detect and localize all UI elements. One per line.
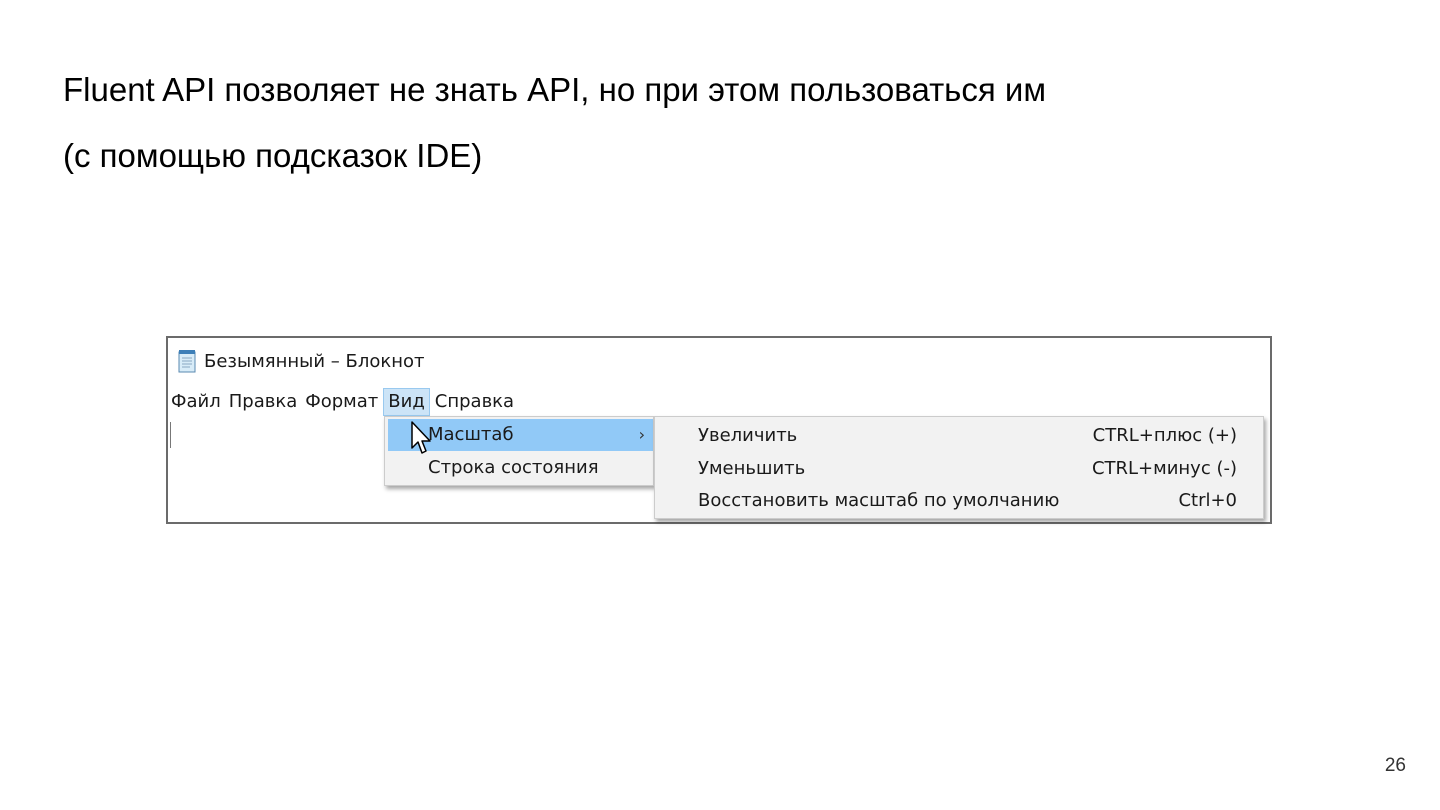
menu-view[interactable]: Вид	[383, 388, 430, 416]
submenu-item-zoom-out[interactable]: Уменьшить CTRL+минус (-)	[655, 453, 1263, 485]
chevron-right-icon: ›	[638, 425, 645, 444]
submenu-item-shortcut: Ctrl+0	[1178, 490, 1237, 511]
menu-bar: Файл Правка Формат Вид Справка	[168, 387, 519, 417]
slide-title-line-1: Fluent API позволяет не знать API, но пр…	[63, 71, 1047, 108]
menu-format[interactable]: Формат	[302, 388, 381, 416]
menu-item-status-bar[interactable]: Строка состояния	[388, 452, 653, 484]
submenu-item-zoom-in[interactable]: Увеличить CTRL+плюс (+)	[655, 420, 1263, 452]
menu-help[interactable]: Справка	[432, 388, 517, 416]
window-titlebar[interactable]: Безымянный – Блокнот	[176, 347, 425, 375]
submenu-item-label: Уменьшить	[698, 458, 806, 479]
slide-title-line-2: (с помощью подсказок IDE)	[63, 137, 483, 174]
submenu-item-label: Восстановить масштаб по умолчанию	[698, 490, 1060, 511]
submenu-item-restore-zoom[interactable]: Восстановить масштаб по умолчанию Ctrl+0	[655, 485, 1263, 517]
submenu-item-shortcut: CTRL+плюс (+)	[1092, 425, 1237, 446]
window-title: Безымянный – Блокнот	[204, 350, 425, 372]
menu-item-status-bar-label: Строка состояния	[428, 457, 599, 478]
menu-item-zoom-label: Масштаб	[428, 424, 514, 445]
submenu-item-label: Увеличить	[698, 425, 798, 446]
menu-edit[interactable]: Правка	[226, 388, 301, 416]
page-number: 26	[1384, 755, 1406, 776]
submenu-item-shortcut: CTRL+минус (-)	[1091, 458, 1237, 479]
menu-file[interactable]: Файл	[168, 388, 224, 416]
text-caret	[170, 422, 171, 448]
mouse-pointer-icon	[411, 421, 431, 454]
zoom-submenu: Увеличить CTRL+плюс (+) Уменьшить CTRL+м…	[654, 416, 1264, 519]
notepad-icon	[176, 349, 198, 373]
